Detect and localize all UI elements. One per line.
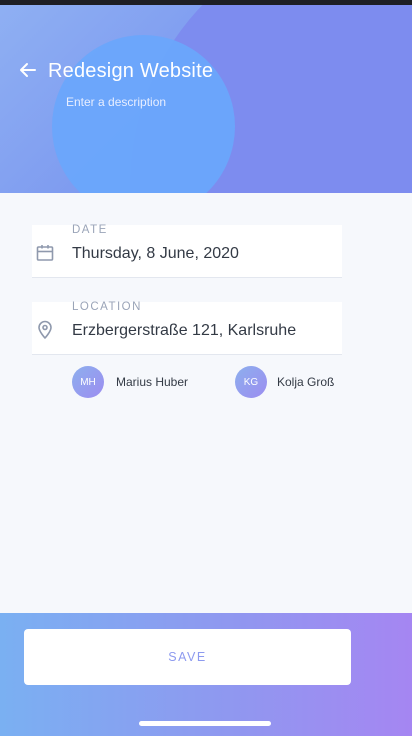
location-pin-icon	[38, 320, 52, 339]
footer: SAVE	[0, 613, 412, 736]
attendee-name: Marius Huber	[116, 375, 189, 389]
date-label: DATE	[72, 224, 108, 236]
arrow-left-icon	[20, 63, 36, 77]
page-title[interactable]: Redesign Website	[48, 60, 213, 83]
avatar: MH	[72, 366, 104, 398]
attendee-chip[interactable]: MH Marius Huber	[72, 366, 188, 398]
home-indicator[interactable]	[139, 721, 271, 726]
attendee-list: MH Marius Huber KG Kolja Groß	[72, 366, 372, 398]
attendee-name: Kolja Groß	[277, 375, 335, 389]
location-label: LOCATION	[72, 301, 142, 313]
description-input[interactable]: Enter a description	[66, 95, 166, 109]
avatar: KG	[235, 366, 267, 398]
back-button[interactable]	[16, 58, 40, 82]
header: Redesign Website Enter a description	[0, 0, 412, 193]
location-value[interactable]: Erzbergerstraße 121, Karlsruhe	[72, 322, 296, 340]
calendar-icon	[36, 245, 54, 261]
save-button[interactable]: SAVE	[24, 629, 351, 685]
attendee-chip[interactable]: KG Kolja Groß	[235, 366, 334, 398]
location-field[interactable]: LOCATION Erzbergerstraße 121, Karlsruhe	[32, 301, 342, 355]
date-field[interactable]: DATE Thursday, 8 June, 2020	[32, 224, 342, 278]
date-value[interactable]: Thursday, 8 June, 2020	[72, 245, 239, 263]
status-bar	[0, 0, 412, 5]
